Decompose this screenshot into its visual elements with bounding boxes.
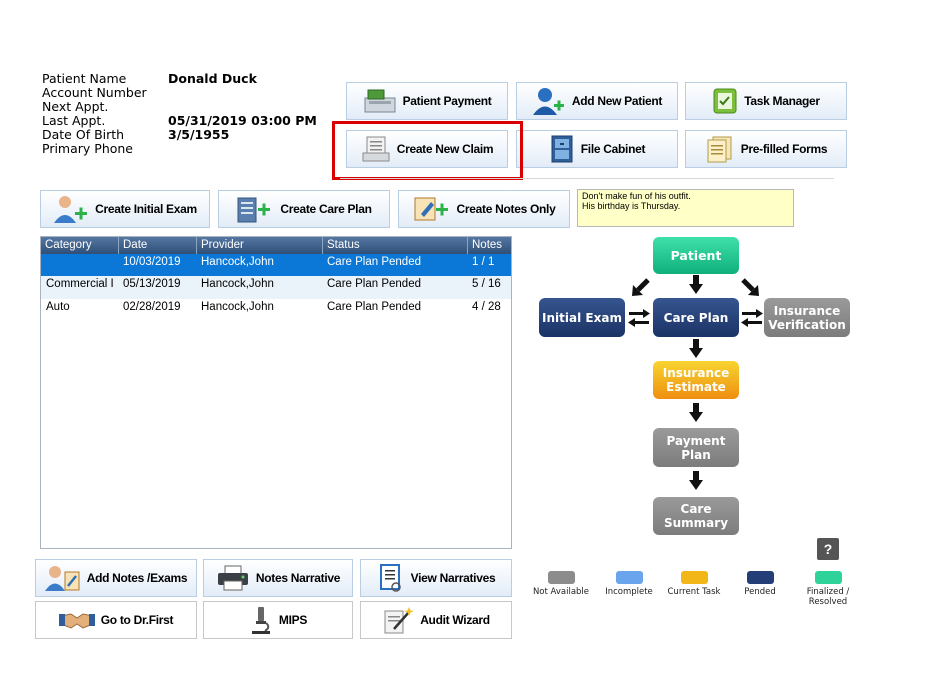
divider bbox=[340, 178, 834, 179]
legend-pended: Pended bbox=[738, 571, 782, 597]
doctor-notes-icon bbox=[44, 566, 80, 591]
bidirectional-arrow-icon bbox=[628, 309, 650, 327]
highlight-box bbox=[332, 121, 523, 180]
dob-label: Date Of Birth bbox=[42, 127, 125, 142]
arrow-down-icon bbox=[689, 339, 703, 358]
create-initial-exam-button[interactable]: Create Initial Exam bbox=[40, 190, 210, 228]
arrow-diagonal-right-icon bbox=[741, 278, 759, 296]
notes-add-icon bbox=[414, 197, 448, 221]
arrow-down-icon bbox=[689, 403, 703, 422]
go-to-drfirst-button[interactable]: Go to Dr.First bbox=[35, 601, 197, 639]
legend-swatch bbox=[547, 571, 575, 584]
forms-icon bbox=[707, 136, 732, 163]
prefilled-forms-button[interactable]: Pre-filled Forms bbox=[685, 130, 847, 168]
flow-node-care-summary[interactable]: Care Summary bbox=[653, 497, 739, 535]
task-manager-button[interactable]: Task Manager bbox=[685, 82, 847, 120]
note-line-2: His birthday is Thursday. bbox=[582, 200, 681, 211]
file-cabinet-button[interactable]: File Cabinet bbox=[516, 130, 678, 168]
legend-swatch bbox=[615, 571, 643, 584]
legend-swatch bbox=[680, 571, 708, 584]
table-row[interactable]: Auto 02/28/2019 Hancock,John Care Plan P… bbox=[41, 299, 511, 322]
bidirectional-arrow-icon bbox=[741, 309, 763, 327]
create-care-plan-button[interactable]: Create Care Plan bbox=[218, 190, 390, 228]
last-appt-value: 05/31/2019 03:00 PM bbox=[168, 113, 317, 128]
column-date[interactable]: Date bbox=[118, 237, 196, 254]
primary-phone-label: Primary Phone bbox=[42, 141, 133, 156]
checklist-icon bbox=[713, 88, 737, 114]
add-new-patient-button[interactable]: Add New Patient bbox=[516, 82, 678, 120]
legend-current-task: Current Task bbox=[662, 571, 726, 597]
flow-node-insurance-verification[interactable]: Insurance Verification bbox=[764, 298, 850, 337]
account-number-label: Account Number bbox=[42, 85, 147, 100]
add-notes-exams-button[interactable]: Add Notes /Exams bbox=[35, 559, 197, 597]
patient-info: Patient Name Donald Duck Account Number N… bbox=[42, 72, 317, 156]
care-plan-add-icon bbox=[237, 197, 271, 223]
flow-node-payment-plan[interactable]: Payment Plan bbox=[653, 428, 739, 467]
column-provider[interactable]: Provider bbox=[196, 237, 322, 254]
patient-payment-button[interactable]: Patient Payment bbox=[346, 82, 508, 120]
audit-wizard-button[interactable]: Audit Wizard bbox=[360, 601, 512, 639]
printer-icon bbox=[217, 565, 248, 591]
table-header: Category Date Provider Status Notes bbox=[41, 237, 511, 254]
flow-node-care-plan[interactable]: Care Plan bbox=[653, 298, 739, 337]
add-user-icon bbox=[532, 88, 564, 115]
handshake-icon bbox=[58, 613, 95, 629]
legend-not-available: Not Available bbox=[526, 571, 596, 597]
legend-finalized: Finalized / Resolved bbox=[800, 571, 856, 607]
table-row[interactable]: 10/03/2019 Hancock,John Care Plan Pended… bbox=[41, 254, 511, 276]
dob-value: 3/5/1955 bbox=[168, 127, 230, 142]
legend-swatch bbox=[746, 571, 774, 584]
wizard-wand-icon bbox=[384, 607, 415, 634]
patient-note[interactable]: Don't make fun of his outfit. His birthd… bbox=[577, 189, 794, 227]
arrow-diagonal-left-icon bbox=[632, 278, 650, 296]
create-notes-only-button[interactable]: Create Notes Only bbox=[398, 190, 570, 228]
column-status[interactable]: Status bbox=[322, 237, 467, 254]
arrow-down-icon bbox=[689, 471, 703, 490]
document-view-icon bbox=[379, 564, 401, 592]
help-button[interactable]: ? bbox=[817, 538, 839, 560]
patient-name-value: Donald Duck bbox=[168, 71, 257, 86]
last-appt-label: Last Appt. bbox=[42, 113, 106, 128]
next-appt-label: Next Appt. bbox=[42, 99, 109, 114]
file-cabinet-icon bbox=[551, 135, 573, 163]
visits-table[interactable]: Category Date Provider Status Notes 10/0… bbox=[40, 236, 512, 549]
flow-node-insurance-estimate[interactable]: Insurance Estimate bbox=[653, 361, 739, 399]
table-row[interactable]: Commercial I 05/13/2019 Hancock,John Car… bbox=[41, 276, 511, 299]
cash-register-icon bbox=[364, 89, 396, 113]
microscope-icon bbox=[251, 607, 270, 634]
column-notes[interactable]: Notes bbox=[467, 237, 511, 254]
view-narratives-button[interactable]: View Narratives bbox=[360, 559, 512, 597]
notes-narrative-button[interactable]: Notes Narrative bbox=[203, 559, 353, 597]
legend-swatch bbox=[814, 571, 842, 584]
doctor-add-icon bbox=[54, 196, 88, 223]
legend-incomplete: Incomplete bbox=[599, 571, 659, 597]
arrow-down-icon bbox=[689, 275, 703, 294]
flow-node-initial-exam[interactable]: Initial Exam bbox=[539, 298, 625, 337]
column-category[interactable]: Category bbox=[41, 237, 118, 254]
patient-name-label: Patient Name bbox=[42, 71, 127, 86]
mips-button[interactable]: MIPS bbox=[203, 601, 353, 639]
flow-node-patient[interactable]: Patient bbox=[653, 237, 739, 274]
